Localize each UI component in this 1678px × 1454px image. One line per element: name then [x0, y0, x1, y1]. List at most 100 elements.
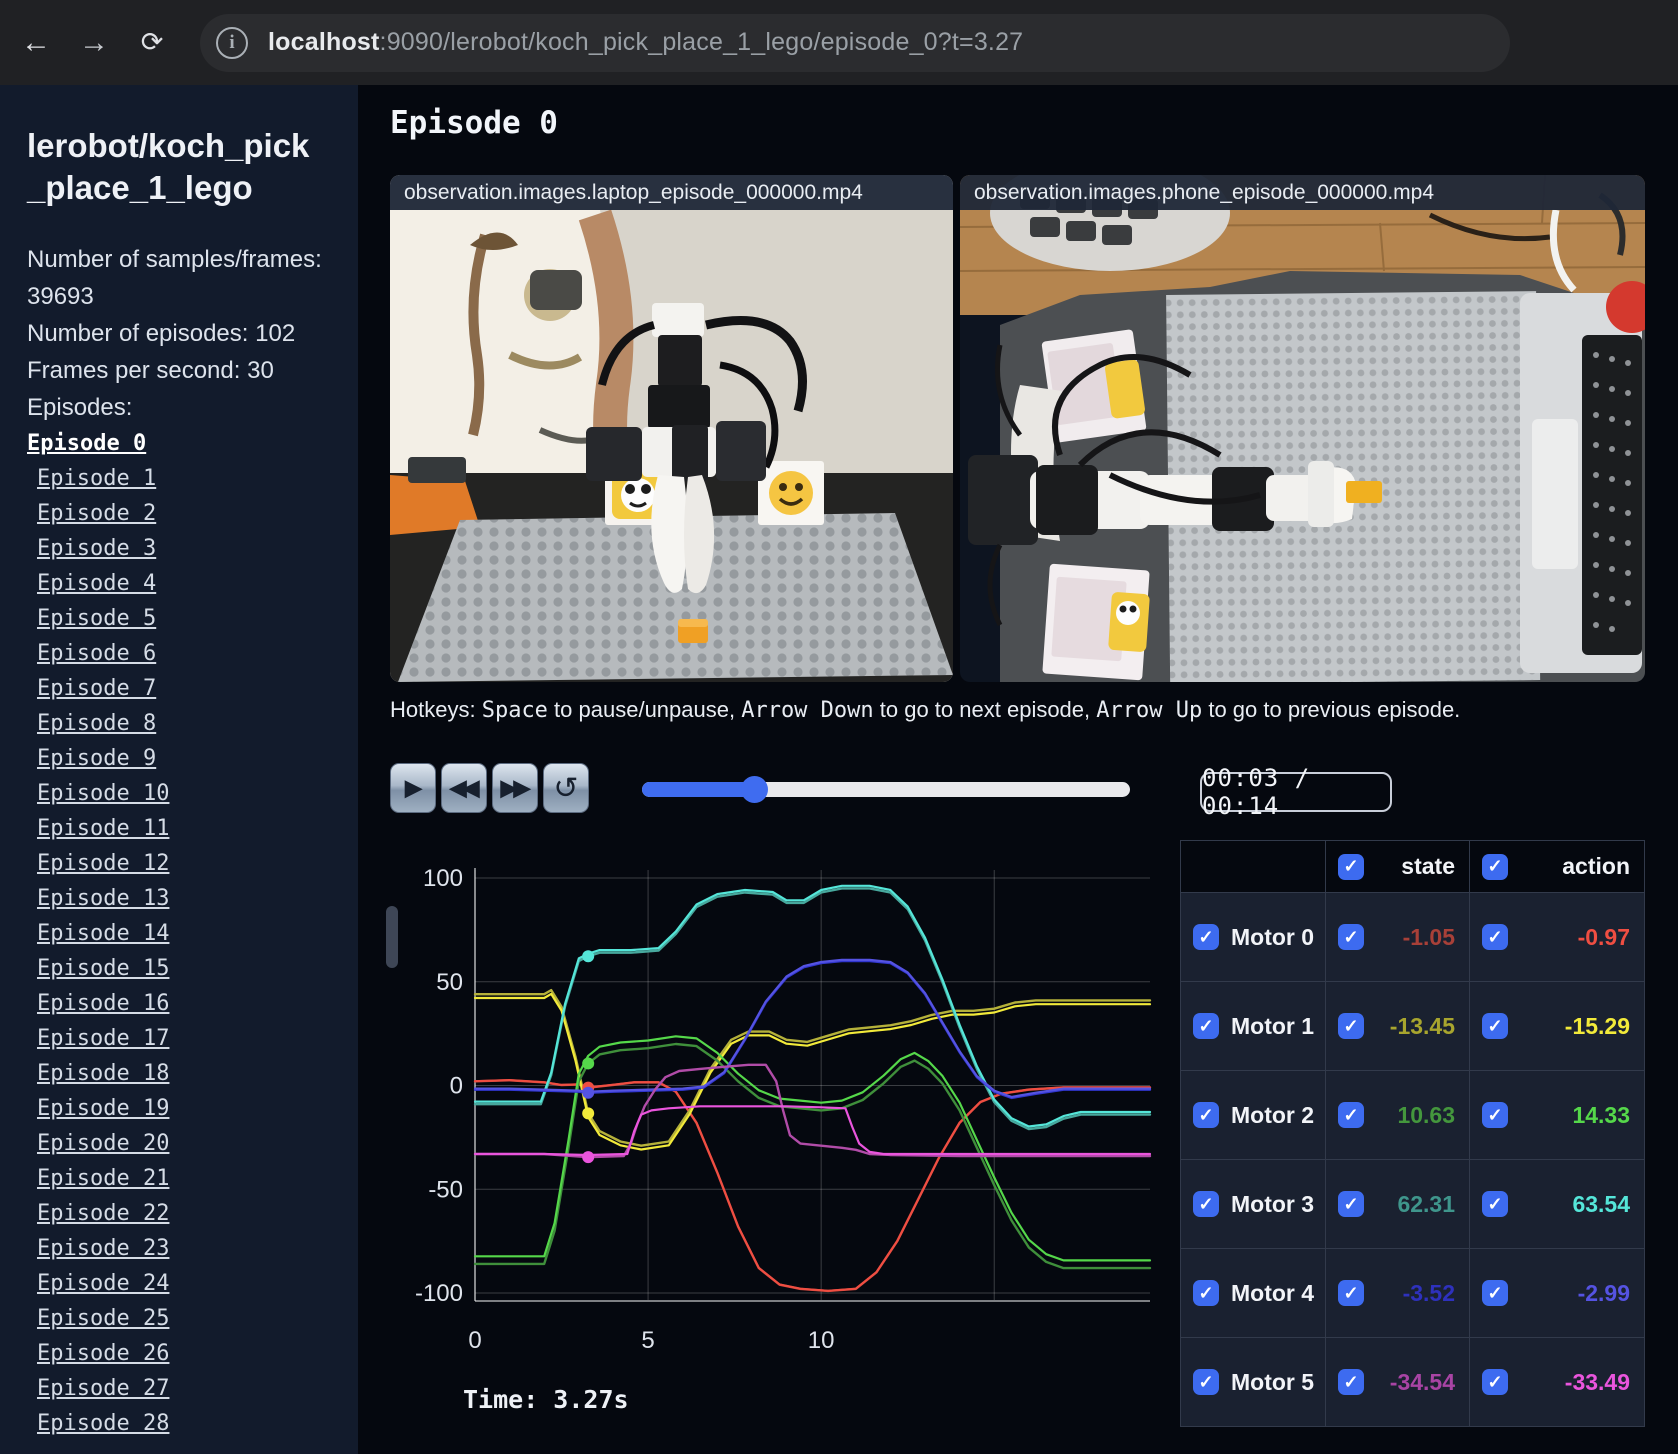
motor-3-checkbox[interactable]: ✓	[1193, 1191, 1219, 1217]
motor-2-state-checkbox[interactable]: ✓	[1338, 1102, 1364, 1128]
episode-link-episode-25[interactable]: Episode 25	[27, 1301, 358, 1336]
current-time-marker-motor-1	[582, 1107, 595, 1120]
axis-tick-label: 50	[436, 969, 463, 996]
motor-1-state-checkbox[interactable]: ✓	[1338, 1013, 1364, 1039]
motor-action-cell: ✓ -0.97	[1470, 893, 1644, 981]
motor-1-action-checkbox[interactable]: ✓	[1482, 1013, 1508, 1039]
state-column-checkbox[interactable]: ✓	[1338, 853, 1364, 880]
episode-link-episode-13[interactable]: Episode 13	[27, 881, 358, 916]
episode-link-episode-18[interactable]: Episode 18	[27, 1056, 358, 1091]
hotkey-text: to go to next episode,	[873, 697, 1097, 722]
motor-3-action-checkbox[interactable]: ✓	[1482, 1191, 1508, 1217]
current-time-marker-motor-5	[582, 1151, 595, 1164]
episode-link-episode-23[interactable]: Episode 23	[27, 1231, 358, 1266]
episode-link-episode-19[interactable]: Episode 19	[27, 1091, 358, 1126]
motor-4-checkbox[interactable]: ✓	[1193, 1280, 1219, 1306]
episode-link-episode-1[interactable]: Episode 1	[27, 461, 358, 496]
episode-link-episode-28[interactable]: Episode 28	[27, 1406, 358, 1441]
sidebar: lerobot/koch_pick_place_1_lego Number of…	[0, 85, 358, 1454]
fast-forward-icon: ▶▶	[500, 775, 531, 800]
reload-button[interactable]: ⟳	[130, 21, 174, 65]
episode-link-episode-5[interactable]: Episode 5	[27, 601, 358, 636]
motor-chart[interactable]: 100 50 0 -50 -100 0 5 10	[405, 845, 1155, 1354]
play-icon: ▶	[405, 775, 422, 800]
video-laptop[interactable]: observation.images.laptop_episode_000000…	[390, 175, 953, 682]
video-phone[interactable]: observation.images.phone_episode_000000.…	[960, 175, 1645, 682]
site-info-icon[interactable]: i	[216, 26, 248, 59]
episode-link-episode-8[interactable]: Episode 8	[27, 706, 358, 741]
motor-0-action-checkbox[interactable]: ✓	[1482, 924, 1508, 950]
seek-slider[interactable]	[642, 776, 1130, 803]
scrollbar-thumb[interactable]	[386, 906, 398, 968]
episode-link-episode-10[interactable]: Episode 10	[27, 776, 358, 811]
episode-link-episode-17[interactable]: Episode 17	[27, 1021, 358, 1056]
motor-row-5: ✓ Motor 5 ✓ -34.54 ✓ -33.49	[1181, 1338, 1644, 1427]
motor-0-checkbox[interactable]: ✓	[1193, 924, 1219, 950]
stat-episodes: Number of episodes: 102	[27, 320, 296, 347]
hotkey-key: Space	[481, 698, 548, 723]
motor-4-state-checkbox[interactable]: ✓	[1338, 1280, 1364, 1306]
axis-tick-label: 100	[423, 865, 463, 892]
motor-2-action-checkbox[interactable]: ✓	[1482, 1102, 1508, 1128]
page-title: Episode 0	[390, 105, 558, 141]
episode-link-episode-22[interactable]: Episode 22	[27, 1196, 358, 1231]
hotkey-text: to go to previous episode.	[1202, 697, 1461, 722]
series-motor-5-state	[473, 1063, 1152, 1159]
loop-button[interactable]: ↺	[543, 763, 589, 813]
episode-link-episode-4[interactable]: Episode 4	[27, 566, 358, 601]
episode-link-episode-26[interactable]: Episode 26	[27, 1336, 358, 1371]
video-phone-frame	[960, 175, 1645, 682]
episode-link-episode-16[interactable]: Episode 16	[27, 986, 358, 1021]
current-time-marker-motor-4	[582, 1086, 595, 1099]
axis-tick-label: -100	[415, 1280, 463, 1307]
motor-2-checkbox[interactable]: ✓	[1193, 1102, 1219, 1128]
episode-link-episode-7[interactable]: Episode 7	[27, 671, 358, 706]
seek-slider-thumb[interactable]	[741, 776, 769, 803]
episode-link-episode-11[interactable]: Episode 11	[27, 811, 358, 846]
forward-button[interactable]: →	[72, 21, 116, 65]
forward-icon: →	[79, 25, 109, 59]
play-button[interactable]: ▶	[390, 763, 436, 813]
fast-forward-button[interactable]: ▶▶	[492, 763, 538, 813]
back-button[interactable]: ←	[14, 21, 58, 65]
episode-link-episode-14[interactable]: Episode 14	[27, 916, 358, 951]
episode-link-episode-3[interactable]: Episode 3	[27, 531, 358, 566]
dataset-title: lerobot/koch_pick_place_1_lego	[27, 127, 310, 206]
seek-slider-fill	[642, 782, 755, 797]
motor-4-action-checkbox[interactable]: ✓	[1482, 1280, 1508, 1306]
episode-link-episode-15[interactable]: Episode 15	[27, 951, 358, 986]
hotkeys-help: Hotkeys: Space to pause/unpause, Arrow D…	[390, 697, 1460, 723]
rewind-button[interactable]: ◀◀	[441, 763, 487, 813]
motor-name-cell: ✓ Motor 3	[1181, 1160, 1326, 1248]
main-content: Episode 0 observation.images.laptop_epis…	[358, 85, 1678, 1454]
motor-state-cell: ✓ -34.54	[1326, 1338, 1470, 1426]
action-column-checkbox[interactable]: ✓	[1482, 853, 1508, 880]
axis-tick-label: -50	[428, 1176, 463, 1203]
episode-link-episode-0[interactable]: Episode 0	[27, 426, 358, 461]
url-host: localhost	[268, 28, 380, 56]
motor-5-state-checkbox[interactable]: ✓	[1338, 1369, 1364, 1395]
episode-link-episode-6[interactable]: Episode 6	[27, 636, 358, 671]
episode-link-episode-12[interactable]: Episode 12	[27, 846, 358, 881]
episode-link-episode-20[interactable]: Episode 20	[27, 1126, 358, 1161]
motor-0-state-checkbox[interactable]: ✓	[1338, 924, 1364, 950]
episode-link-episode-9[interactable]: Episode 9	[27, 741, 358, 776]
motor-5-action-checkbox[interactable]: ✓	[1482, 1369, 1508, 1395]
motor-action-value: -0.97	[1577, 923, 1630, 950]
episode-link-episode-2[interactable]: Episode 2	[27, 496, 358, 531]
motor-state-value: -3.52	[1402, 1279, 1455, 1306]
loop-icon: ↺	[553, 771, 579, 805]
address-bar[interactable]: i localhost:9090/lerobot/koch_pick_place…	[200, 13, 1510, 72]
motor-action-cell: ✓ -2.99	[1470, 1249, 1644, 1337]
motor-3-state-checkbox[interactable]: ✓	[1338, 1191, 1364, 1217]
motor-action-value: 63.54	[1572, 1190, 1630, 1217]
url-text[interactable]: localhost:9090/lerobot/koch_pick_place_1…	[268, 28, 1023, 57]
episode-link-episode-24[interactable]: Episode 24	[27, 1266, 358, 1301]
episode-link-episode-21[interactable]: Episode 21	[27, 1161, 358, 1196]
episode-link-episode-27[interactable]: Episode 27	[27, 1371, 358, 1406]
motor-1-checkbox[interactable]: ✓	[1193, 1013, 1219, 1039]
reload-icon: ⟳	[140, 27, 164, 57]
motor-state-value: 62.31	[1397, 1190, 1455, 1217]
motor-state-cell: ✓ 62.31	[1326, 1160, 1470, 1248]
motor-5-checkbox[interactable]: ✓	[1193, 1369, 1219, 1395]
